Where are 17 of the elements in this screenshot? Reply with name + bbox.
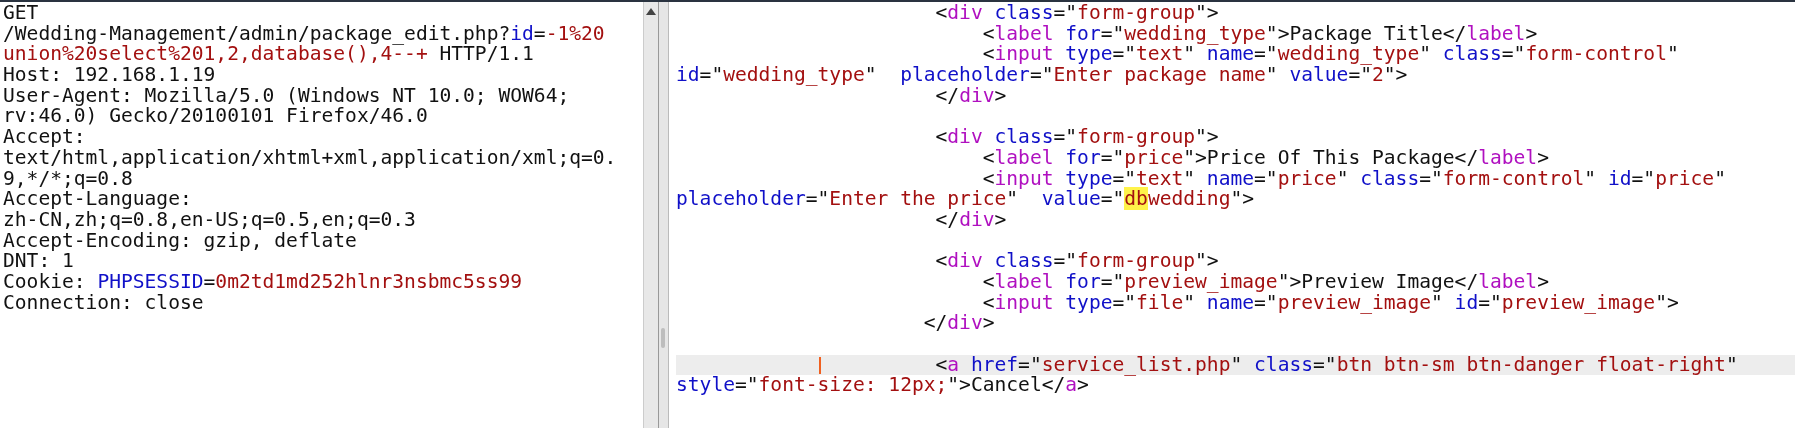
code-line: Accept: [3, 125, 86, 149]
scrollbar[interactable] [643, 2, 658, 428]
code-line: 9,*/*;q=0.8 [3, 166, 133, 190]
text-cursor [819, 356, 821, 374]
scroll-up-icon[interactable] [646, 8, 656, 15]
code-line: style="font-size: 12px;">Cancel</a> [676, 373, 1089, 397]
code-line: GET [3, 2, 39, 24]
code-line: /Wedding-Management/admin/package_edit.php?id=-1%20 [3, 21, 605, 45]
code-line: </div> [935, 83, 1007, 107]
code-line: <div class="form-group"> [935, 125, 1219, 149]
code-line: </div> [923, 311, 995, 335]
code-line: <a href="service_list.php" class="btn btn-sm btn-danger float-right" [935, 352, 1738, 376]
code-line: Connection: close [3, 290, 204, 314]
code-line: Cookie: PHPSESSID=0m2td1md252hlnr3nsbmc5ss99 [3, 269, 523, 293]
code-line: <div class="form-group"> [935, 2, 1219, 24]
code-line: <div class="form-group"> [935, 249, 1219, 273]
splitter-grip[interactable] [661, 328, 665, 348]
